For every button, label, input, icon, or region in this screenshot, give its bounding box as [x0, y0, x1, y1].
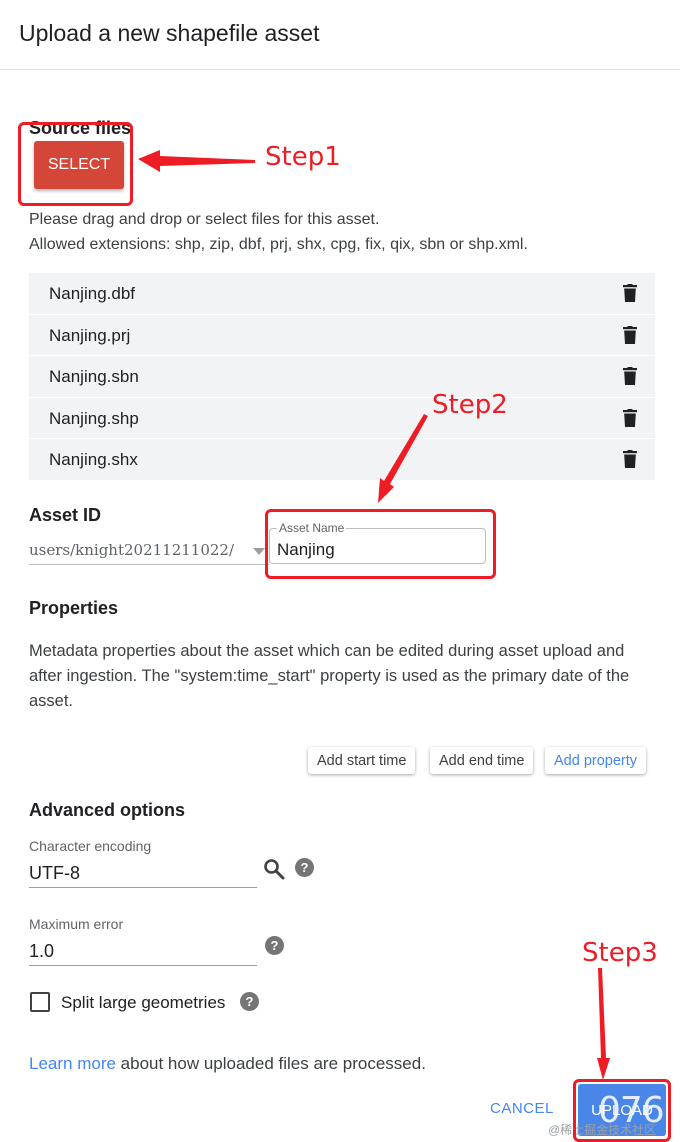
- step1-label: Step1: [265, 142, 341, 172]
- step2-arrow: [378, 414, 428, 503]
- step1-arrow: [138, 150, 255, 172]
- step3-label: Step3: [582, 938, 658, 968]
- step2-label: Step2: [432, 390, 508, 420]
- step3-arrow: [597, 968, 610, 1080]
